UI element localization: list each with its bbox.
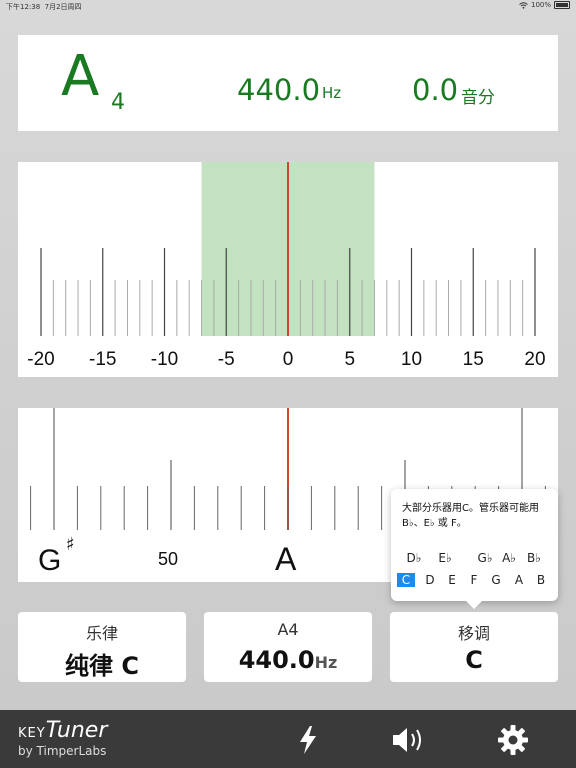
cents-value: 0.0 <box>412 73 459 107</box>
scale-label: 5 <box>344 349 355 370</box>
popover-message: 大部分乐器用C。管乐器可能用B♭、E♭ 或 F。 <box>402 503 539 529</box>
scale-label: 20 <box>524 349 545 370</box>
cents-meter: -20 -15 -10 -5 0 5 10 15 20 <box>18 162 558 377</box>
scale-label: 10 <box>401 349 422 370</box>
cents-unit: 音分 <box>461 88 495 108</box>
transpose-label: 移调 <box>457 624 490 643</box>
frequency-value: 440.0 <box>237 73 321 107</box>
app-byline: by TimperLabs <box>18 744 107 758</box>
reference-pitch-button[interactable]: A4 440.0Hz <box>204 612 372 682</box>
flash-icon <box>300 726 316 754</box>
frequency-unit: Hz <box>322 84 342 102</box>
app-logo: KEYTuner <box>18 718 108 743</box>
flash-button[interactable] <box>290 722 326 758</box>
transpose-value: C <box>465 646 483 674</box>
reference-pitch-label: A4 <box>277 620 299 639</box>
battery-icon <box>554 1 570 9</box>
scale-label: 15 <box>463 349 484 370</box>
key-option[interactable]: D♭ <box>405 551 423 565</box>
strip-left-note: G <box>38 544 61 577</box>
strip-mid-label: 50 <box>158 549 178 569</box>
temperament-button[interactable]: 乐律 纯律 C <box>18 612 186 682</box>
sound-button[interactable] <box>390 722 426 758</box>
key-option[interactable]: G <box>487 573 505 587</box>
meter-scale: -20 -15 -10 -5 0 5 10 15 20 <box>27 162 546 370</box>
scale-label: -20 <box>27 349 54 370</box>
battery-percent: 100% <box>530 1 551 9</box>
key-option[interactable]: G♭ <box>476 551 494 565</box>
scale-label: 0 <box>283 349 294 370</box>
key-option[interactable]: A♭ <box>500 551 518 565</box>
settings-button[interactable] <box>495 722 531 758</box>
strip-left-accidental: ♯ <box>66 534 75 555</box>
key-option-selected[interactable]: C <box>397 573 415 587</box>
reference-pitch-value: 440.0Hz <box>238 646 338 674</box>
strip-center-note: A <box>275 541 297 577</box>
key-option[interactable]: E <box>443 573 461 587</box>
detected-octave: 4 <box>111 90 125 115</box>
detected-note: A <box>61 44 100 109</box>
key-option[interactable]: D <box>421 573 439 587</box>
status-right: 100% <box>519 1 570 9</box>
scale-label: -5 <box>218 349 235 370</box>
speaker-icon <box>393 728 421 752</box>
bottom-bar: KEYTuner by TimperLabs <box>0 710 576 768</box>
temperament-value: 纯律 C <box>65 652 139 680</box>
status-time: 下午12:38 7月2日周四 <box>6 3 82 11</box>
scale-label: -15 <box>89 349 116 370</box>
key-option[interactable]: A <box>510 573 528 587</box>
temperament-label: 乐律 <box>85 624 118 643</box>
transpose-button[interactable]: 移调 C <box>390 612 558 682</box>
scale-label: -10 <box>151 349 178 370</box>
key-option[interactable]: F <box>465 573 483 587</box>
natural-keys-row: C D E F G A B <box>396 573 553 591</box>
key-option[interactable]: E♭ <box>436 551 454 565</box>
reading-panel: A 4 440.0 Hz 0.0 音分 <box>18 35 558 131</box>
transpose-popover: 大部分乐器用C。管乐器可能用B♭、E♭ 或 F。 D♭ E♭ G♭ A♭ B♭ … <box>391 489 558 609</box>
key-option[interactable]: B♭ <box>525 551 543 565</box>
key-option[interactable]: B <box>532 573 550 587</box>
status-bar: 下午12:38 7月2日周四 100% <box>0 0 576 12</box>
flat-keys-row: D♭ E♭ G♭ A♭ B♭ <box>396 551 553 569</box>
wifi-icon <box>519 1 528 9</box>
gear-icon <box>498 725 528 755</box>
